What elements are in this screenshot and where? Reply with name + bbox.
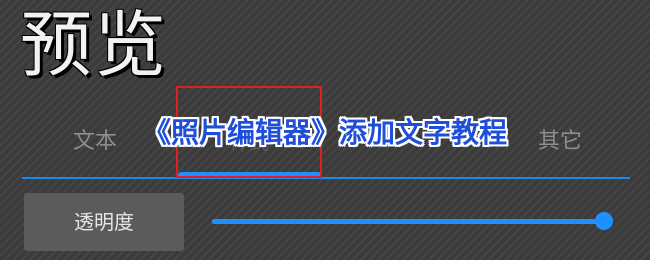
preview-title: 预览 (20, 3, 169, 87)
tab-other[interactable]: 其它 (520, 112, 600, 172)
tab-text[interactable]: 文本 (40, 112, 150, 172)
highlight-box (176, 86, 322, 178)
tab-hidden[interactable] (345, 112, 495, 172)
opacity-slider-thumb[interactable] (595, 212, 613, 230)
opacity-slider-track[interactable] (212, 219, 604, 224)
tab-divider (22, 177, 630, 179)
tab-bar: 文本 样式 其它 (0, 112, 650, 174)
opacity-button[interactable]: 透明度 (24, 193, 184, 251)
